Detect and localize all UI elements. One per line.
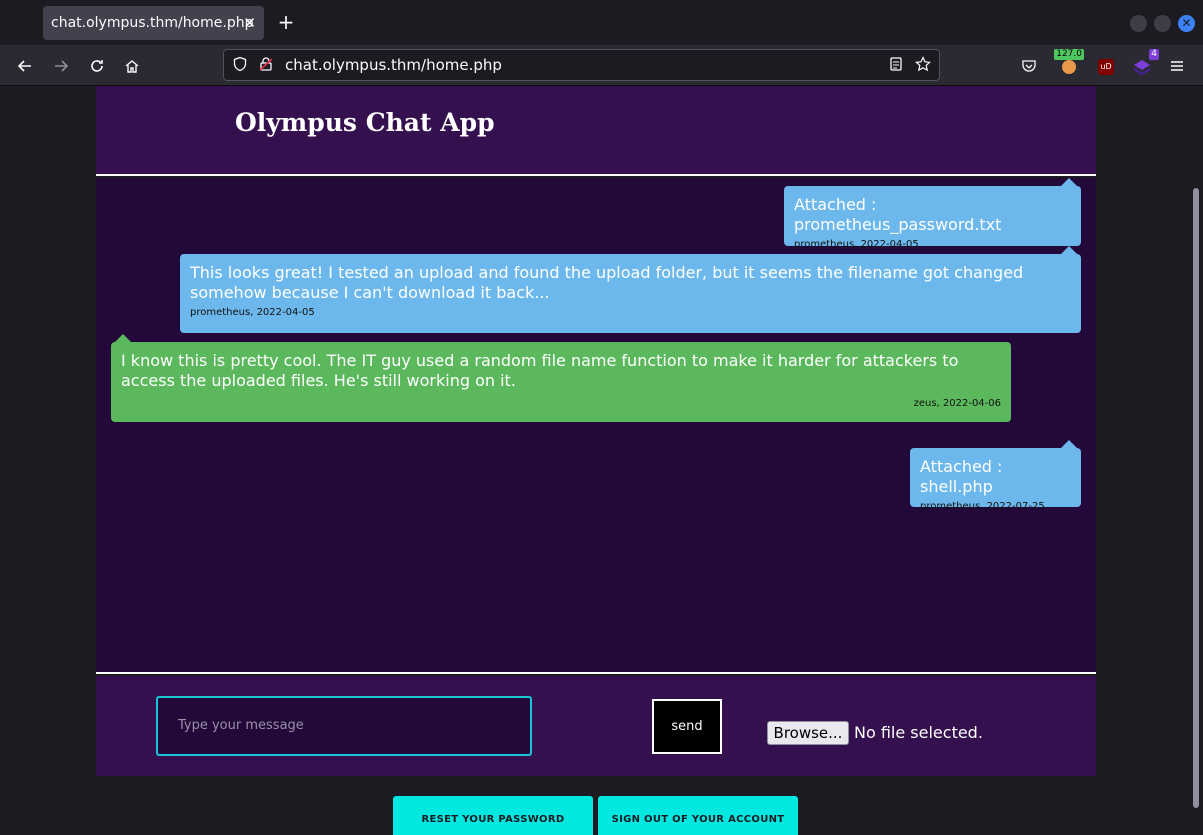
close-tab-icon[interactable]: ✕ — [243, 6, 256, 40]
home-button[interactable] — [119, 53, 145, 79]
reload-button[interactable] — [84, 53, 110, 79]
scrollbar-thumb[interactable] — [1193, 188, 1199, 808]
file-status-label: No file selected. — [854, 723, 983, 742]
insecure-lock-icon[interactable] — [257, 56, 275, 74]
maximize-window-button[interactable] — [1154, 15, 1171, 32]
close-window-button[interactable]: ✕ — [1178, 15, 1195, 32]
chat-message: This looks great! I tested an upload and… — [180, 246, 1081, 333]
sign-out-button[interactable]: SIGN OUT OF YOUR ACCOUNT — [598, 796, 798, 835]
message-meta: prometheus, 2022-04-05 — [794, 239, 919, 250]
back-button[interactable] — [12, 53, 38, 79]
message-text: I know this is pretty cool. The IT guy u… — [121, 351, 959, 390]
home-icon — [125, 60, 139, 73]
message-tail — [1061, 440, 1077, 448]
reload-icon — [91, 60, 103, 72]
chat-message: I know this is pretty cool. The IT guy u… — [111, 334, 1011, 422]
foxyproxy-icon[interactable]: 127.0 — [1054, 49, 1084, 77]
chat-app: Olympus Chat App Attached : prometheus_p… — [96, 86, 1096, 776]
back-arrow-icon — [17, 60, 31, 72]
message-meta: prometheus, 2022-07-25 — [920, 501, 1045, 512]
message-tail — [1061, 246, 1077, 254]
message-text[interactable]: Attached : prometheus_password.txt — [794, 195, 1071, 235]
url-text[interactable]: chat.olympus.thm/home.php — [285, 50, 502, 80]
reader-view-icon[interactable] — [887, 56, 905, 74]
message-meta: zeus, 2022-04-06 — [913, 398, 1001, 409]
ublock-label: uD — [1098, 59, 1114, 75]
ublock-origin-icon[interactable]: uD — [1095, 55, 1117, 77]
browse-button[interactable]: Browse... — [767, 721, 849, 745]
message-tail — [1061, 178, 1077, 186]
forward-arrow-icon — [55, 60, 69, 72]
message-text: This looks great! I tested an upload and… — [190, 263, 1024, 302]
chat-message: Attached : shell.php prometheus, 2022-07… — [910, 440, 1081, 512]
message-composer: Type your message send Browse... No file… — [96, 676, 1096, 776]
tab-strip: chat.olympus.thm/home.php ✕ + ✕ — [0, 0, 1203, 45]
minimize-window-button[interactable] — [1130, 15, 1147, 32]
browser-tab[interactable]: chat.olympus.thm/home.php ✕ — [43, 6, 264, 40]
bookmark-star-icon[interactable] — [914, 56, 932, 74]
message-text[interactable]: Attached : shell.php — [920, 457, 1071, 497]
pocket-icon[interactable] — [1018, 55, 1040, 77]
forward-button[interactable] — [48, 53, 74, 79]
send-button[interactable]: send — [652, 699, 722, 754]
app-header: Olympus Chat App — [96, 86, 1096, 176]
message-meta: prometheus, 2022-04-05 — [190, 307, 315, 318]
app-title: Olympus Chat App — [235, 108, 495, 137]
shield-icon[interactable] — [231, 56, 249, 74]
address-bar[interactable]: chat.olympus.thm/home.php — [223, 49, 940, 81]
navigation-toolbar: chat.olympus.thm/home.php 127.0 uD 4 — [0, 45, 1203, 86]
message-input[interactable]: Type your message — [156, 696, 532, 756]
new-tab-button[interactable]: + — [276, 10, 296, 34]
message-tail — [115, 334, 131, 342]
chat-message: Attached : prometheus_password.txt prome… — [784, 178, 1081, 250]
wappalyzer-badge: 4 — [1149, 49, 1159, 60]
tab-title: chat.olympus.thm/home.php — [51, 15, 254, 31]
foxyproxy-badge: 127.0 — [1054, 49, 1084, 60]
menu-hamburger-icon[interactable] — [1166, 55, 1188, 77]
reset-password-button[interactable]: RESET YOUR PASSWORD — [393, 796, 593, 835]
page-viewport: Olympus Chat App Attached : prometheus_p… — [0, 86, 1189, 835]
wappalyzer-icon[interactable]: 4 — [1131, 49, 1159, 77]
chat-messages-area: Attached : prometheus_password.txt prome… — [96, 178, 1096, 674]
page-scrollbar[interactable] — [1189, 86, 1203, 835]
